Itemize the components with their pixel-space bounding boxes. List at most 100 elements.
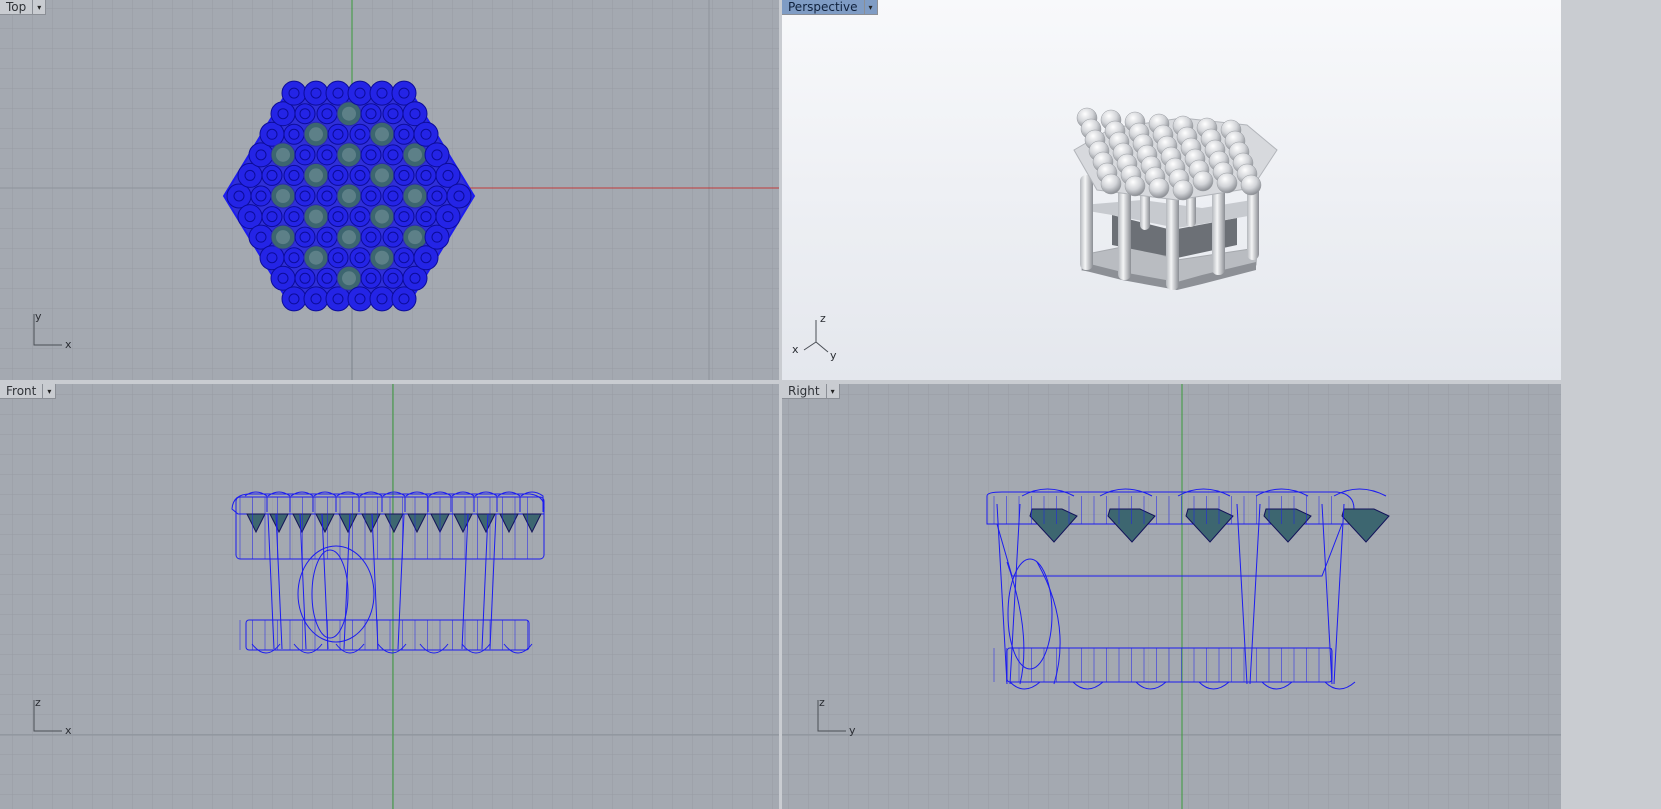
- stone: [283, 206, 305, 228]
- viewport-title[interactable]: Right: [782, 384, 827, 399]
- stone: [270, 183, 296, 209]
- bead: [1172, 179, 1194, 201]
- stone: [283, 164, 305, 186]
- bead: [1192, 170, 1214, 192]
- stone: [303, 286, 329, 312]
- stone: [261, 164, 283, 186]
- stone: [281, 286, 307, 312]
- stone: [382, 185, 404, 207]
- bead: [1240, 174, 1262, 196]
- bead: [1124, 175, 1146, 197]
- axis-widget: y x: [30, 310, 80, 351]
- axis-label-z: z: [819, 696, 825, 709]
- viewport-label-perspective[interactable]: Perspective ▾: [782, 0, 878, 15]
- stone: [369, 80, 395, 106]
- axis-label-y: y: [35, 310, 42, 323]
- stone: [303, 80, 329, 106]
- stone: [369, 204, 395, 230]
- chevron-down-icon[interactable]: ▾: [864, 0, 878, 15]
- stone: [360, 144, 382, 166]
- right-margin: [1561, 0, 1661, 809]
- chevron-down-icon[interactable]: ▾: [33, 0, 47, 15]
- stone: [303, 245, 329, 271]
- stone: [281, 80, 307, 106]
- stone: [360, 226, 382, 248]
- stone: [327, 206, 349, 228]
- bead: [1100, 173, 1122, 195]
- chevron-down-icon[interactable]: ▾: [43, 384, 57, 399]
- axis-label-x: x: [792, 343, 799, 356]
- stone: [426, 185, 448, 207]
- stone: [316, 267, 338, 289]
- viewport-perspective[interactable]: Perspective ▾ z x y: [782, 0, 1562, 380]
- stone: [446, 183, 472, 209]
- bead: [1216, 172, 1238, 194]
- front-scene: [0, 384, 779, 809]
- viewport-title[interactable]: Top: [0, 0, 34, 15]
- stone: [294, 226, 316, 248]
- viewport-title[interactable]: Perspective: [782, 0, 865, 15]
- stone: [261, 206, 283, 228]
- top-scene: [0, 0, 779, 380]
- stone: [336, 183, 362, 209]
- stone: [382, 144, 404, 166]
- stone: [283, 247, 305, 269]
- stone: [349, 164, 371, 186]
- axis-label-y: y: [849, 724, 856, 737]
- viewport-label-top[interactable]: Top ▾: [0, 0, 47, 15]
- stone: [270, 142, 296, 168]
- perspective-scene: [1073, 107, 1278, 290]
- axis-widget: z x y: [792, 312, 852, 362]
- stone: [294, 144, 316, 166]
- stone: [327, 123, 349, 145]
- stone: [393, 206, 415, 228]
- stone: [250, 185, 272, 207]
- stone: [349, 123, 371, 145]
- axis-label-z: z: [820, 312, 826, 325]
- stone: [369, 245, 395, 271]
- stone: [316, 185, 338, 207]
- stone: [303, 204, 329, 230]
- stone: [294, 103, 316, 125]
- viewport-front[interactable]: Front ▾ z x: [0, 384, 779, 809]
- stone: [347, 80, 373, 106]
- stone: [327, 164, 349, 186]
- right-scene: [782, 384, 1561, 809]
- viewport-divider-vertical[interactable]: [779, 0, 782, 809]
- stone: [349, 206, 371, 228]
- stone: [294, 185, 316, 207]
- stone: [415, 206, 437, 228]
- axis-label-z: z: [35, 696, 41, 709]
- stone: [270, 224, 296, 250]
- viewport-right[interactable]: Right ▾ z y: [782, 384, 1561, 809]
- viewport-top[interactable]: Top ▾ y x: [0, 0, 779, 380]
- axis-label-x: x: [65, 724, 72, 737]
- stone: [336, 224, 362, 250]
- stone: [316, 226, 338, 248]
- stone: [316, 144, 338, 166]
- stone: [382, 267, 404, 289]
- axis-label-y: y: [830, 349, 837, 362]
- stone: [393, 247, 415, 269]
- stone: [294, 267, 316, 289]
- stone: [283, 123, 305, 145]
- stone: [402, 183, 428, 209]
- bead: [1148, 177, 1170, 199]
- stone: [303, 162, 329, 188]
- stone: [382, 103, 404, 125]
- stone: [369, 286, 395, 312]
- stone: [336, 142, 362, 168]
- viewport-title[interactable]: Front: [0, 384, 44, 399]
- axis-widget: z y: [814, 696, 864, 737]
- grid: [0, 384, 779, 809]
- viewport-label-front[interactable]: Front ▾: [0, 384, 57, 399]
- stone: [360, 267, 382, 289]
- viewport-label-right[interactable]: Right ▾: [782, 384, 840, 399]
- stone: [347, 286, 373, 312]
- chevron-down-icon[interactable]: ▾: [826, 384, 840, 399]
- stone: [360, 185, 382, 207]
- stone: [415, 164, 437, 186]
- axis-label-x: x: [65, 338, 72, 351]
- axis-widget: z x: [30, 696, 80, 737]
- stone: [393, 164, 415, 186]
